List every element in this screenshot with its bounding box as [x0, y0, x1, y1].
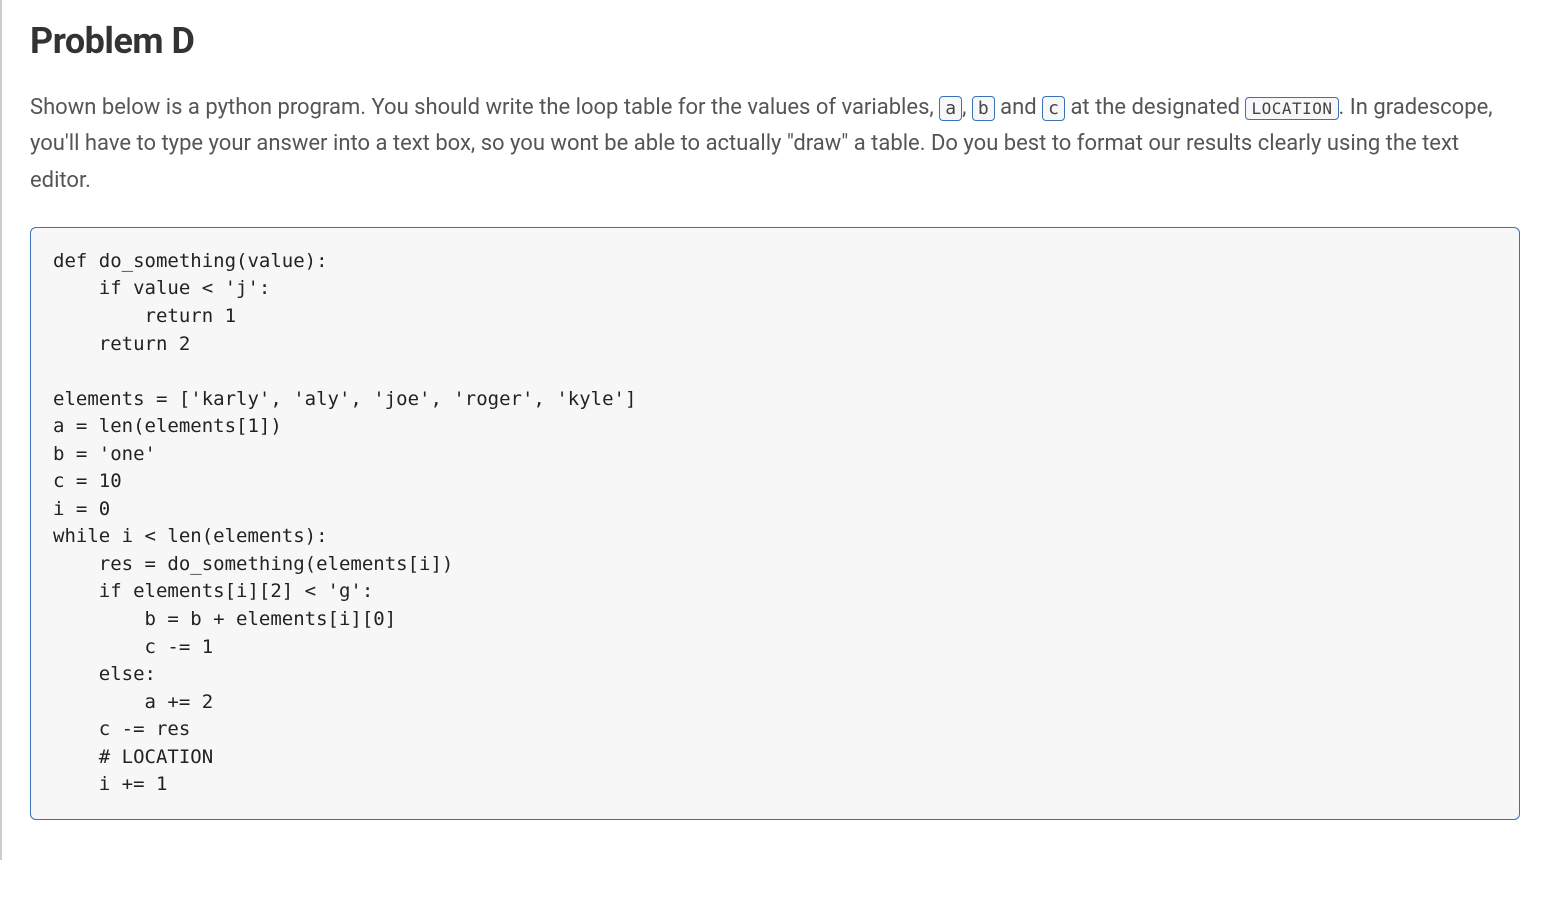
code-block: def do_something(value): if value < 'j':…: [30, 227, 1520, 820]
desc-text: at the designated: [1065, 95, 1246, 120]
desc-text: and: [995, 95, 1042, 120]
problem-title: Problem D: [30, 20, 1520, 62]
problem-page: Problem D Shown below is a python progra…: [0, 0, 1550, 860]
problem-description: Shown below is a python program. You sho…: [30, 90, 1520, 199]
desc-text: ,: [962, 95, 972, 120]
inline-code-a: a: [939, 96, 962, 121]
inline-code-c: c: [1042, 96, 1065, 121]
inline-code-b: b: [972, 96, 995, 121]
inline-code-location: LOCATION: [1245, 97, 1338, 120]
desc-text: Shown below is a python program. You sho…: [30, 95, 939, 120]
